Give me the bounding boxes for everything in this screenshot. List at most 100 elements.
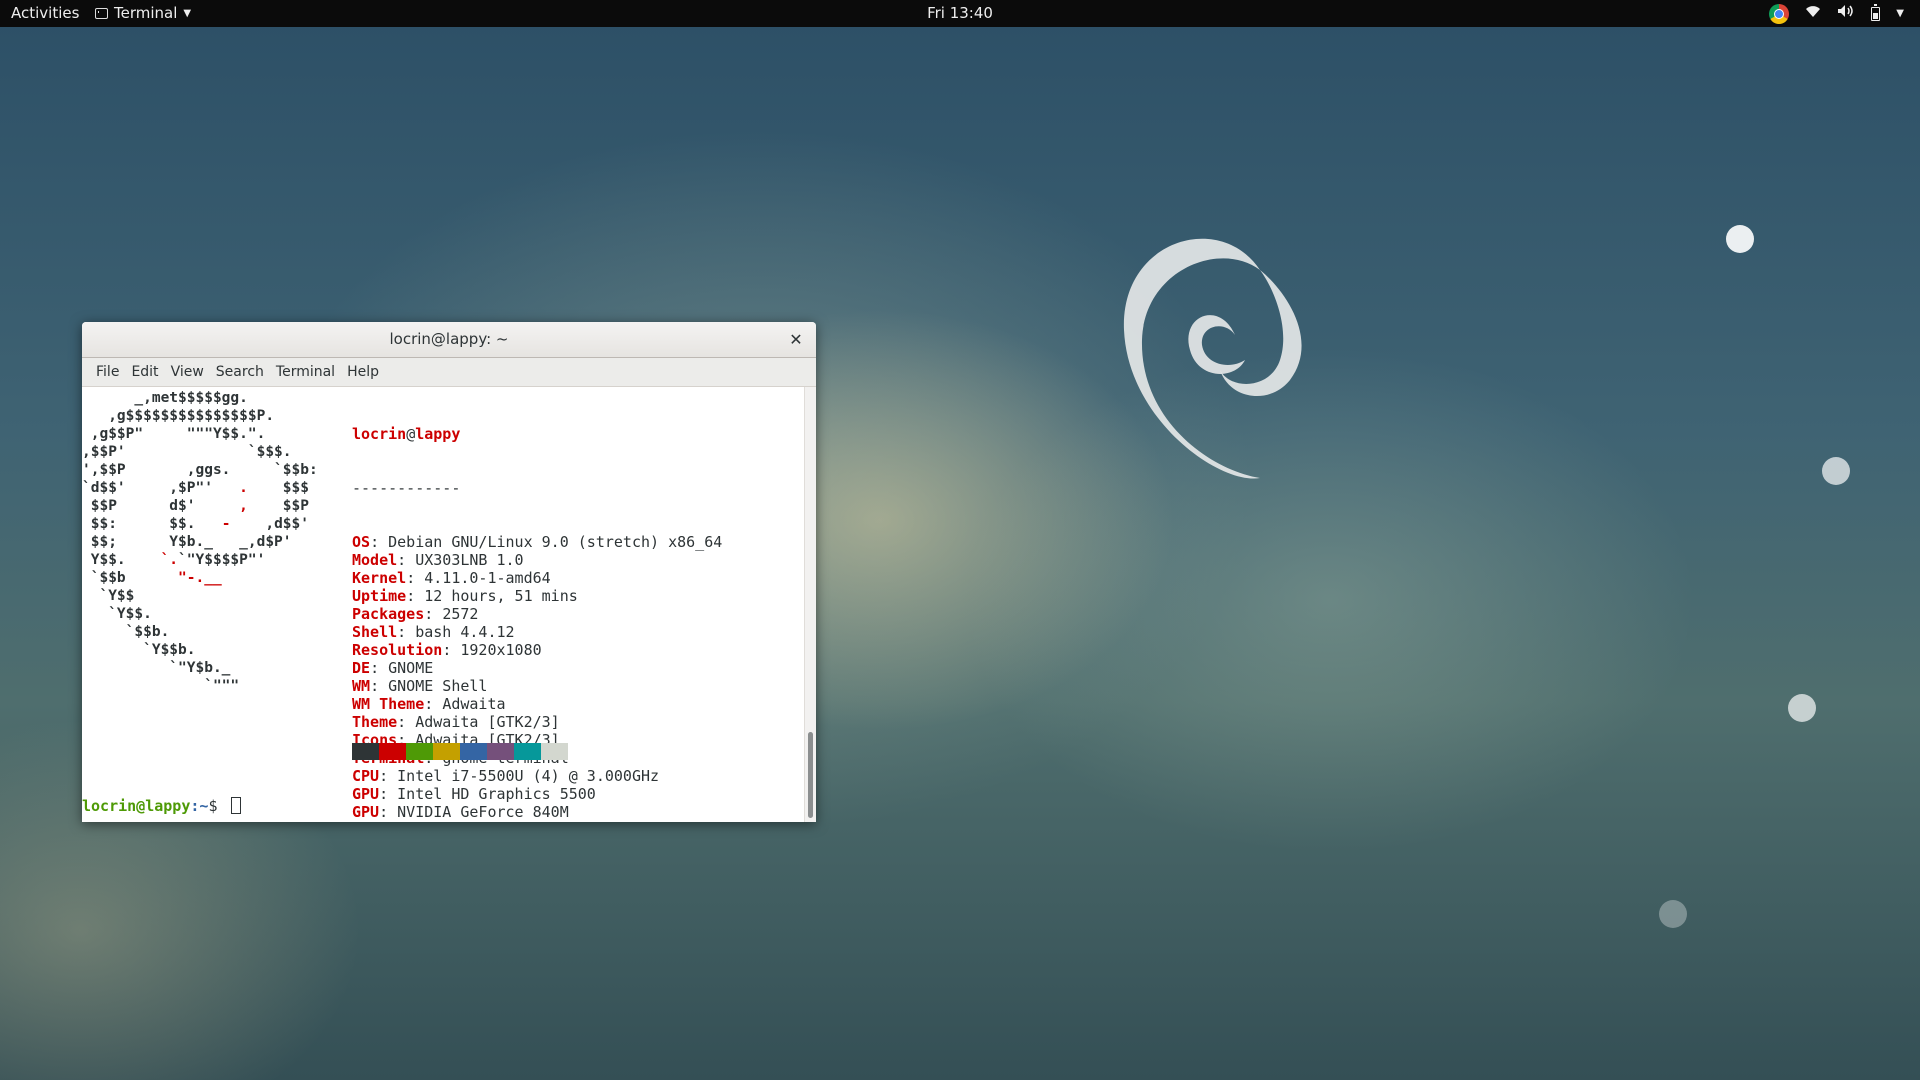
info-value: bash 4.4.12 <box>415 623 515 641</box>
info-colon: : <box>379 803 398 821</box>
info-value: 4.11.0-1-amd64 <box>424 569 551 587</box>
info-colon: : <box>442 641 461 659</box>
app-menu[interactable]: Terminal ▼ <box>95 0 191 27</box>
info-value: 2572 <box>442 605 479 623</box>
palette-swatch <box>487 743 514 760</box>
palette-swatch <box>541 743 568 760</box>
info-key: GPU <box>352 803 380 821</box>
info-colon: : <box>370 677 389 695</box>
wifi-icon[interactable] <box>1805 0 1821 27</box>
info-field: Memory: 3206MiB / 7890MiB <box>352 821 722 822</box>
battery-icon[interactable] <box>1871 3 1881 21</box>
user-host-line: locrin@lappy <box>352 425 722 443</box>
menu-help[interactable]: Help <box>341 364 385 380</box>
window-title: locrin@lappy: ~ <box>389 330 509 348</box>
terminal-scrollbar[interactable] <box>804 387 816 822</box>
top-bar: Activities Terminal ▼ Fri 13:40 ▼ <box>0 0 1920 27</box>
info-field: Model: UX303LNB 1.0 <box>352 551 722 569</box>
info-colon: : <box>397 551 416 569</box>
menu-file[interactable]: File <box>90 364 125 380</box>
volume-icon[interactable] <box>1837 0 1855 27</box>
info-value: UX303LNB 1.0 <box>415 551 524 569</box>
clock-container: Fri 13:40 <box>0 0 1920 27</box>
scrollbar-thumb[interactable] <box>808 732 813 818</box>
palette-swatch <box>352 743 379 760</box>
info-separator: ------------ <box>352 479 461 497</box>
info-field: GPU: Intel HD Graphics 5500 <box>352 785 722 803</box>
menu-terminal[interactable]: Terminal <box>270 364 341 380</box>
info-host: lappy <box>415 425 461 443</box>
palette-swatch <box>460 743 487 760</box>
info-value: GNOME <box>388 659 434 677</box>
info-key: GPU <box>352 785 380 803</box>
menu-view[interactable]: View <box>165 364 210 380</box>
terminal-menubar: File Edit View Search Terminal Help <box>82 358 816 387</box>
wallpaper-dot <box>1822 457 1850 485</box>
shell-prompt[interactable]: locrin@lappy:~$ <box>82 797 241 815</box>
info-value: Debian GNU/Linux 9.0 (stretch) x86_64 <box>388 533 723 551</box>
info-field: CPU: Intel i7-5500U (4) @ 3.000GHz <box>352 767 722 785</box>
info-at: @ <box>406 425 416 443</box>
chrome-icon[interactable] <box>1769 3 1790 24</box>
info-colon: : <box>424 605 443 623</box>
info-key: Theme <box>352 713 398 731</box>
info-key: CPU <box>352 767 380 785</box>
info-value: NVIDIA GeForce 840M <box>397 803 569 821</box>
menu-search[interactable]: Search <box>210 364 270 380</box>
terminal-window[interactable]: locrin@lappy: ~ ✕ File Edit View Search … <box>82 322 816 822</box>
info-field: WM Theme: Adwaita <box>352 695 722 713</box>
info-field: Uptime: 12 hours, 51 mins <box>352 587 722 605</box>
clock[interactable]: Fri 13:40 <box>927 4 993 22</box>
info-value: 1920x1080 <box>460 641 542 659</box>
info-colon: : <box>370 659 389 677</box>
info-key: Resolution <box>352 641 443 659</box>
info-colon: : <box>397 623 416 641</box>
wallpaper-dot <box>1659 900 1687 928</box>
info-key: Memory <box>352 821 406 822</box>
palette-swatch <box>433 743 460 760</box>
terminal-titlebar[interactable]: locrin@lappy: ~ ✕ <box>82 322 816 358</box>
info-colon: : <box>397 713 416 731</box>
debian-swirl-logo <box>1123 238 1302 479</box>
terminal-content[interactable]: _,met$$$$$gg. ,g$$$$$$$$$$$$$$$P. ,g$$P"… <box>82 387 805 822</box>
info-key: DE <box>352 659 371 677</box>
info-colon: : <box>406 587 425 605</box>
palette-swatch <box>379 743 406 760</box>
terminal-icon <box>95 8 108 19</box>
color-palette <box>352 743 568 760</box>
palette-swatch <box>514 743 541 760</box>
system-tray[interactable]: ▼ <box>1769 0 1904 27</box>
prompt-symbol: $ <box>208 797 227 815</box>
info-field: Kernel: 4.11.0-1-amd64 <box>352 569 722 587</box>
info-key: Shell <box>352 623 398 641</box>
info-field: OS: Debian GNU/Linux 9.0 (stretch) x86_6… <box>352 533 722 551</box>
info-key: WM Theme <box>352 695 425 713</box>
info-colon: : <box>406 569 425 587</box>
info-value: GNOME Shell <box>388 677 488 695</box>
menu-edit[interactable]: Edit <box>125 364 164 380</box>
info-colon: : <box>379 767 398 785</box>
info-key: Uptime <box>352 587 407 605</box>
info-key: Kernel <box>352 569 407 587</box>
info-value: Adwaita <box>442 695 506 713</box>
info-value: Adwaita [GTK2/3] <box>415 713 560 731</box>
info-key: Packages <box>352 605 425 623</box>
info-field: Shell: bash 4.4.12 <box>352 623 722 641</box>
chevron-down-icon: ▼ <box>183 8 192 19</box>
prompt-path: :~ <box>190 797 209 815</box>
info-field: GPU: NVIDIA GeForce 840M <box>352 803 722 821</box>
info-field: DE: GNOME <box>352 659 722 677</box>
close-button[interactable]: ✕ <box>786 322 806 357</box>
info-colon: : <box>379 785 398 803</box>
info-value: Intel i7-5500U (4) @ 3.000GHz <box>397 767 660 785</box>
system-menu-chevron-icon[interactable]: ▼ <box>1896 0 1904 27</box>
prompt-user-host: locrin@lappy <box>82 797 191 815</box>
activities-button[interactable]: Activities <box>11 0 79 27</box>
text-cursor <box>230 797 241 814</box>
info-field: Resolution: 1920x1080 <box>352 641 722 659</box>
wallpaper-dot <box>1788 694 1816 722</box>
app-menu-label: Terminal <box>114 4 178 22</box>
info-colon: : <box>424 695 443 713</box>
info-fields: OS: Debian GNU/Linux 9.0 (stretch) x86_6… <box>352 533 722 822</box>
info-field: Theme: Adwaita [GTK2/3] <box>352 713 722 731</box>
